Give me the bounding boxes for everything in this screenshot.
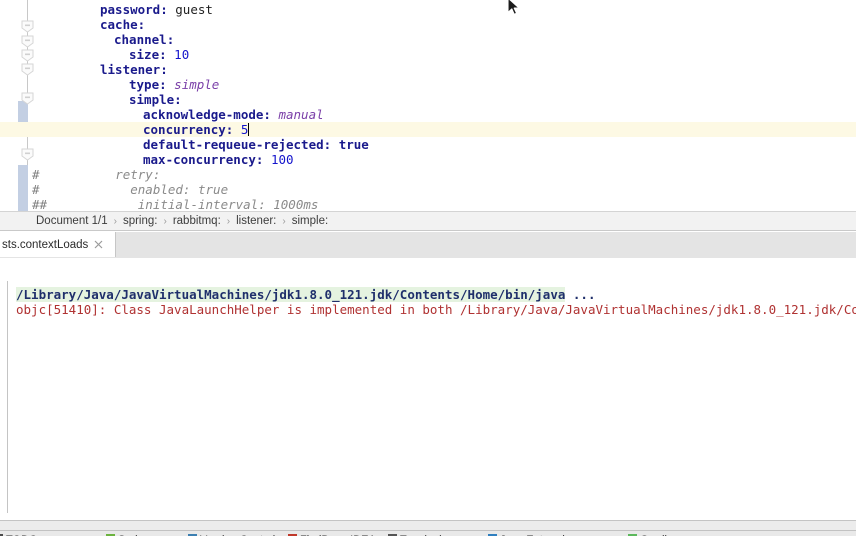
code-token: : (137, 17, 146, 32)
code-token: 5 (240, 122, 249, 137)
code-token: manual (278, 107, 324, 122)
console-command-line: /Library/Java/JavaVirtualMachines/jdk1.8… (16, 287, 595, 302)
code-line-text: initial-interval: 1000ms (55, 197, 319, 211)
tab-sts-contextloads[interactable]: sts.contextLoads (0, 232, 116, 257)
console-command-trailing: ... (565, 287, 596, 302)
code-line[interactable]: listener: (0, 62, 856, 77)
code-token: default-requeue-rejected (143, 137, 324, 152)
console-error-line: objc[51410]: Class JavaLaunchHelper is i… (16, 302, 856, 317)
code-line[interactable]: default-requeue-rejected: true (0, 137, 856, 152)
code-token: : (225, 122, 234, 137)
code-line[interactable]: # retry: (0, 167, 856, 182)
code-line-text: max-concurrency: 100 (143, 152, 294, 167)
console-command-path: /Library/Java/JavaVirtualMachines/jdk1.8… (16, 287, 566, 302)
code-token: : (160, 62, 168, 77)
code-token: : (159, 47, 167, 62)
code-token: type (129, 77, 160, 92)
code-line-text: enabled: true (55, 182, 228, 197)
code-token: max-concurrency (143, 152, 256, 167)
comment-hash: # (32, 182, 40, 197)
breadcrumb-separator: › (113, 215, 117, 227)
breadcrumb-item[interactable]: simple: (292, 215, 328, 227)
breadcrumb-item[interactable]: spring: (123, 215, 158, 227)
tool-window-taskbar[interactable]: TODOSpringVersion ControlFindBugs-IDEATe… (0, 530, 856, 536)
code-token: : (174, 92, 182, 107)
close-icon[interactable] (93, 239, 104, 250)
code-token: 100 (270, 152, 294, 167)
code-line[interactable]: channel: (0, 32, 856, 47)
breadcrumb-item[interactable]: listener: (236, 215, 276, 227)
code-line-text: type: simple (129, 77, 219, 92)
code-token: : (160, 2, 168, 17)
code-line[interactable]: password: guest (0, 2, 856, 17)
code-line-text: channel: (114, 32, 174, 47)
comment-hash: # (32, 167, 40, 182)
run-console[interactable]: /Library/Java/JavaVirtualMachines/jdk1.8… (0, 258, 856, 520)
code-token: 10 (174, 47, 190, 62)
ide-window: password: guest cache: channel: size: 10 lis… (0, 0, 856, 536)
code-token: : (255, 152, 264, 167)
comment-hash: ## (32, 197, 48, 211)
code-token: initial-interval: 1000ms (55, 197, 319, 211)
code-line-text: listener: (100, 62, 168, 77)
breadcrumb-separator: › (163, 215, 167, 227)
code-line[interactable]: type: simple (0, 77, 856, 92)
breadcrumb-separator: › (226, 215, 231, 227)
code-token: size (129, 47, 160, 62)
tab-label: sts.contextLoads (2, 238, 89, 251)
code-line[interactable]: # enabled: true (0, 182, 856, 197)
code-token: password (100, 2, 161, 17)
code-line-text: cache: (100, 17, 145, 32)
code-token: : (263, 107, 271, 122)
console-left-rule (7, 281, 8, 513)
code-line-text: acknowledge-mode: manual (143, 107, 324, 122)
code-token: retry: (55, 167, 161, 182)
code-token: : (166, 32, 175, 47)
code-token: concurrency (143, 122, 226, 137)
text-caret (248, 123, 250, 136)
code-line-text: size: 10 (129, 47, 189, 62)
breadcrumb-separator: › (282, 215, 286, 227)
code-line-text: concurrency: 5 (143, 122, 250, 137)
breadcrumb[interactable]: Document 1/1 › spring: › rabbitmq: › listener:… (0, 211, 856, 231)
code-token: simple (129, 92, 175, 107)
code-token: cache (100, 17, 138, 32)
code-editor[interactable]: password: guest cache: channel: size: 10 lis… (0, 0, 856, 211)
breadcrumb-item[interactable]: Document 1/1 (36, 215, 108, 227)
code-line[interactable]: size: 10 (0, 47, 856, 62)
code-line-text: retry: (55, 167, 160, 182)
code-token: enabled: true (55, 182, 229, 197)
code-line[interactable]: concurrency: 5 (0, 122, 856, 137)
code-token: simple (174, 77, 220, 92)
code-line[interactable]: simple: (0, 92, 856, 107)
code-token: : (159, 77, 167, 92)
code-line[interactable]: max-concurrency: 100 (0, 152, 856, 167)
code-token: acknowledge-mode (143, 107, 264, 122)
code-line-text: password: guest (100, 2, 213, 17)
status-bar (0, 521, 856, 530)
code-line[interactable]: acknowledge-mode: manual (0, 107, 856, 122)
code-line-text: simple: (129, 92, 182, 107)
code-line[interactable]: ## initial-interval: 1000ms (0, 197, 856, 211)
code-token: guest (167, 2, 213, 17)
breadcrumb-item[interactable]: rabbitmq: (173, 215, 221, 227)
code-token: channel (114, 32, 167, 47)
code-token: : (323, 137, 332, 152)
code-line[interactable]: cache: (0, 17, 856, 32)
run-tool-window-tabstrip[interactable]: sts.contextLoads (0, 232, 856, 259)
code-line-text: default-requeue-rejected: true (143, 137, 369, 152)
code-token: true (338, 137, 369, 152)
code-token: listener (100, 62, 161, 77)
